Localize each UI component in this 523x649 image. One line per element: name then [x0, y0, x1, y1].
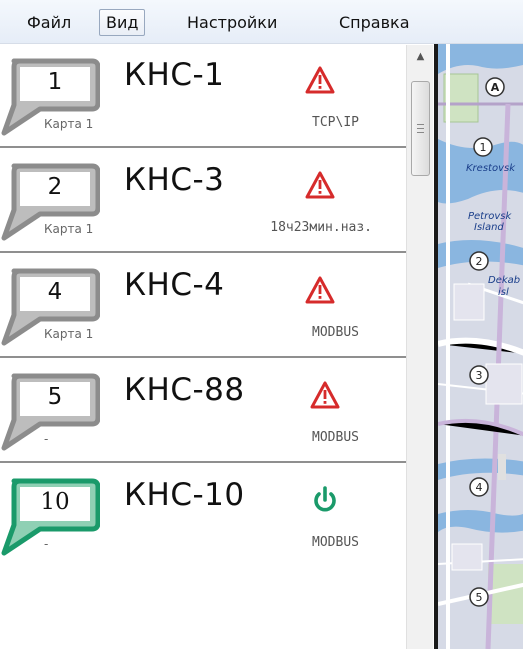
- station-row[interactable]: 4 КНС-4 Карта 1 MODBUS: [0, 255, 406, 358]
- station-number: 4: [47, 279, 63, 305]
- alarm-triangle-icon: [305, 171, 335, 199]
- station-protocol: TCP\IP: [312, 115, 359, 130]
- grip-icon: [417, 124, 424, 133]
- station-bubble: 5: [0, 370, 100, 452]
- list-scrollbar[interactable]: ▲: [406, 45, 433, 649]
- station-number: 2: [47, 174, 63, 200]
- map-marker-3-icon[interactable]: 3: [468, 364, 490, 386]
- svg-text:1: 1: [480, 141, 487, 154]
- map-marker-2-icon[interactable]: 2: [468, 250, 490, 272]
- station-name: КНС-3: [124, 162, 225, 198]
- svg-text:2: 2: [476, 255, 483, 268]
- alarm-triangle-icon: [310, 381, 340, 409]
- station-number: 1: [47, 69, 63, 95]
- map-label: Dekab: [488, 275, 521, 286]
- map-view[interactable]: A 1 2 3 4 5 Krestovsk Petrovsk Island De…: [434, 44, 523, 649]
- station-map-label: Карта 1: [44, 117, 94, 131]
- map-label: isl: [498, 287, 509, 298]
- menu-bar: Файл Вид Настройки Справка: [0, 0, 523, 44]
- scroll-thumb[interactable]: [411, 81, 430, 176]
- station-number: 10: [40, 489, 70, 515]
- station-name: КНС-1: [124, 57, 225, 93]
- station-map-label: -: [44, 537, 49, 551]
- map-marker-4-icon[interactable]: 4: [468, 476, 490, 498]
- map-marker-a-icon[interactable]: A: [484, 76, 506, 98]
- map-label: Petrovsk: [468, 211, 512, 222]
- station-map-label: -: [44, 432, 49, 446]
- station-row[interactable]: 5 КНС-88 - MODBUS: [0, 360, 406, 463]
- power-icon: [314, 486, 336, 512]
- station-name: КНС-88: [124, 372, 245, 408]
- map-label: Krestovsk: [466, 163, 515, 174]
- map-marker-1-icon[interactable]: 1: [472, 136, 494, 158]
- station-map-label: Карта 1: [44, 327, 94, 341]
- alarm-triangle-icon: [305, 276, 335, 304]
- station-bubble: 10: [0, 475, 100, 557]
- station-name: КНС-10: [124, 477, 245, 513]
- station-row[interactable]: 2 КНС-3 Карта 1 18ч23мин.наз.: [0, 150, 406, 253]
- station-map-label: Карта 1: [44, 222, 94, 236]
- alarm-triangle-icon: [305, 66, 335, 94]
- map-image: [438, 44, 523, 649]
- station-row[interactable]: 1 КНС-1 Карта 1 TCP\IP: [0, 45, 406, 148]
- svg-text:4: 4: [476, 481, 483, 494]
- svg-text:5: 5: [476, 591, 483, 604]
- station-list: 1 КНС-1 Карта 1 TCP\IP 2 КНС-3 Карта 1 1…: [0, 45, 406, 649]
- menu-view[interactable]: Вид: [99, 9, 146, 36]
- station-protocol: MODBUS: [312, 430, 359, 445]
- map-label: Island: [474, 222, 504, 233]
- menu-settings[interactable]: Настройки: [180, 9, 284, 36]
- station-number: 5: [47, 384, 63, 410]
- scroll-up-arrow-icon[interactable]: ▲: [407, 45, 434, 69]
- map-marker-5-icon[interactable]: 5: [468, 586, 490, 608]
- station-protocol: MODBUS: [312, 325, 359, 340]
- station-last-seen: 18ч23мин.наз.: [270, 220, 372, 235]
- menu-file[interactable]: Файл: [20, 9, 78, 36]
- station-name: КНС-4: [124, 267, 225, 303]
- station-row[interactable]: 10 КНС-10 - MODBUS: [0, 465, 406, 568]
- station-protocol: MODBUS: [312, 535, 359, 550]
- svg-text:3: 3: [476, 369, 483, 382]
- svg-text:A: A: [491, 81, 500, 94]
- menu-help[interactable]: Справка: [332, 9, 417, 36]
